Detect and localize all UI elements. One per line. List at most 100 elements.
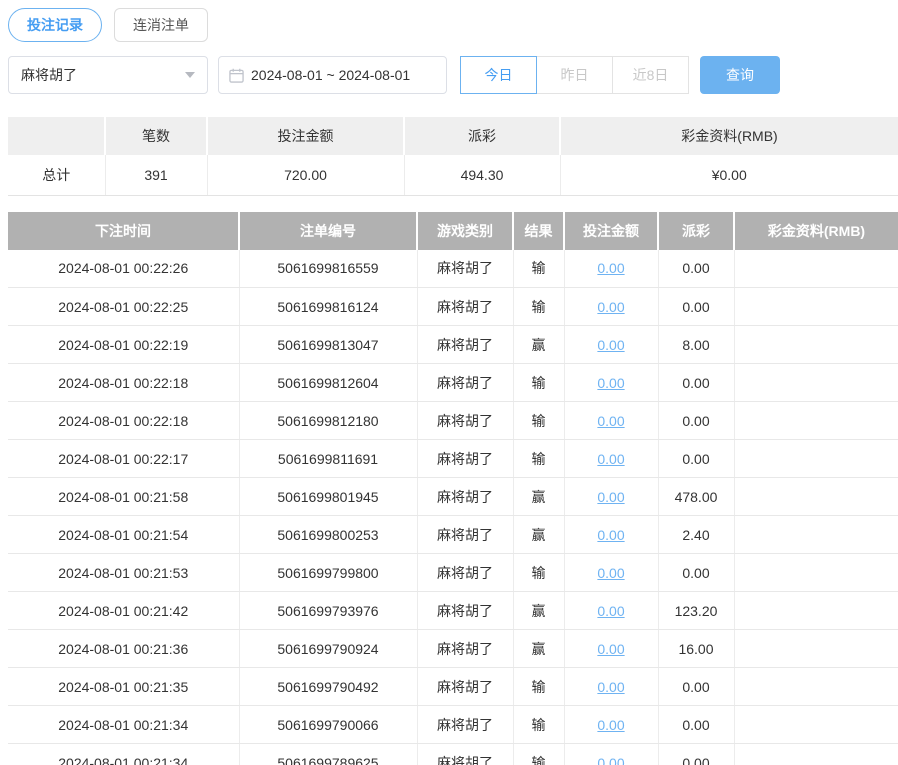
bet-amount-link[interactable]: 0.00 (597, 299, 624, 315)
cell-bet-time: 2024-08-01 00:22:18 (8, 364, 239, 402)
cell-bet-amount: 0.00 (564, 402, 658, 440)
cell-bet-time: 2024-08-01 00:21:42 (8, 592, 239, 630)
bet-amount-link[interactable]: 0.00 (597, 451, 624, 467)
table-row: 2024-08-01 00:22:26 5061699816559 麻将胡了 输… (8, 250, 898, 288)
cell-bet-amount: 0.00 (564, 478, 658, 516)
summary-total-row: 总计 391 720.00 494.30 ¥0.00 (8, 155, 898, 195)
cell-order-no: 5061699801945 (239, 478, 417, 516)
cell-result: 输 (513, 668, 564, 706)
cell-result: 输 (513, 744, 564, 765)
bet-amount-link[interactable]: 0.00 (597, 337, 624, 353)
cell-order-no: 5061699816559 (239, 250, 417, 288)
cell-game-type: 麻将胡了 (417, 630, 513, 668)
cell-bonus (734, 288, 898, 326)
cell-game-type: 麻将胡了 (417, 326, 513, 364)
date-range-value: 2024-08-01 ~ 2024-08-01 (251, 67, 410, 83)
cell-bet-amount: 0.00 (564, 440, 658, 478)
header-payout: 派彩 (658, 212, 734, 250)
cell-bet-time: 2024-08-01 00:22:19 (8, 326, 239, 364)
cell-game-type: 麻将胡了 (417, 668, 513, 706)
cell-result: 输 (513, 706, 564, 744)
cell-game-type: 麻将胡了 (417, 440, 513, 478)
cell-bet-amount: 0.00 (564, 516, 658, 554)
bet-amount-link[interactable]: 0.00 (597, 489, 624, 505)
cell-bet-time: 2024-08-01 00:21:36 (8, 630, 239, 668)
summary-header-bonus: 彩金资料(RMB) (560, 117, 898, 155)
cell-bonus (734, 402, 898, 440)
cell-result: 赢 (513, 592, 564, 630)
bet-amount-link[interactable]: 0.00 (597, 679, 624, 695)
cell-result: 赢 (513, 516, 564, 554)
cell-result: 输 (513, 288, 564, 326)
cell-result: 赢 (513, 630, 564, 668)
table-row: 2024-08-01 00:21:54 5061699800253 麻将胡了 赢… (8, 516, 898, 554)
cell-order-no: 5061699789625 (239, 744, 417, 765)
cell-bet-time: 2024-08-01 00:22:17 (8, 440, 239, 478)
bet-amount-link[interactable]: 0.00 (597, 375, 624, 391)
cell-bet-amount: 0.00 (564, 630, 658, 668)
cell-bet-time: 2024-08-01 00:22:18 (8, 402, 239, 440)
today-button[interactable]: 今日 (460, 56, 537, 94)
cell-bet-amount: 0.00 (564, 554, 658, 592)
cell-bonus (734, 744, 898, 765)
yesterday-button[interactable]: 昨日 (536, 56, 613, 94)
bet-amount-link[interactable]: 0.00 (597, 717, 624, 733)
cell-bonus (734, 478, 898, 516)
cell-bet-amount: 0.00 (564, 706, 658, 744)
bet-amount-link[interactable]: 0.00 (597, 527, 624, 543)
cell-bet-time: 2024-08-01 00:22:26 (8, 250, 239, 288)
table-row: 2024-08-01 00:22:18 5061699812604 麻将胡了 输… (8, 364, 898, 402)
game-type-select[interactable]: 麻将胡了 (8, 56, 208, 94)
bet-amount-link[interactable]: 0.00 (597, 565, 624, 581)
cell-bonus (734, 592, 898, 630)
cell-payout: 0.00 (658, 402, 734, 440)
cell-order-no: 5061699790924 (239, 630, 417, 668)
bet-amount-link[interactable]: 0.00 (597, 260, 624, 276)
cell-game-type: 麻将胡了 (417, 706, 513, 744)
cell-bet-time: 2024-08-01 00:21:54 (8, 516, 239, 554)
cell-game-type: 麻将胡了 (417, 364, 513, 402)
cell-game-type: 麻将胡了 (417, 478, 513, 516)
cell-order-no: 5061699790492 (239, 668, 417, 706)
cell-game-type: 麻将胡了 (417, 592, 513, 630)
quick-range-group: 今日 昨日 近8日 (460, 56, 689, 94)
summary-header-count: 笔数 (105, 117, 207, 155)
cell-bet-amount: 0.00 (564, 364, 658, 402)
cell-payout: 0.00 (658, 288, 734, 326)
cell-payout: 16.00 (658, 630, 734, 668)
table-row: 2024-08-01 00:21:34 5061699790066 麻将胡了 输… (8, 706, 898, 744)
table-row: 2024-08-01 00:22:18 5061699812180 麻将胡了 输… (8, 402, 898, 440)
date-range-picker[interactable]: 2024-08-01 ~ 2024-08-01 (218, 56, 447, 94)
bet-amount-link[interactable]: 0.00 (597, 755, 624, 765)
cell-order-no: 5061699793976 (239, 592, 417, 630)
cell-payout: 123.20 (658, 592, 734, 630)
summary-payout-value: 494.30 (404, 155, 560, 195)
summary-total-label: 总计 (8, 155, 105, 195)
cell-order-no: 5061699811691 (239, 440, 417, 478)
search-button[interactable]: 查询 (700, 56, 780, 94)
cell-bonus (734, 668, 898, 706)
table-row: 2024-08-01 00:21:35 5061699790492 麻将胡了 输… (8, 668, 898, 706)
bet-table-body: 2024-08-01 00:22:26 5061699816559 麻将胡了 输… (8, 250, 898, 765)
cell-bet-amount: 0.00 (564, 744, 658, 765)
bet-amount-link[interactable]: 0.00 (597, 413, 624, 429)
cell-result: 输 (513, 402, 564, 440)
cell-bonus (734, 250, 898, 288)
summary-bonus-value: ¥0.00 (560, 155, 898, 195)
cell-game-type: 麻将胡了 (417, 250, 513, 288)
cell-bonus (734, 630, 898, 668)
tab-cancelled-orders[interactable]: 连消注单 (114, 8, 208, 42)
header-bet-amount: 投注金额 (564, 212, 658, 250)
last8days-button[interactable]: 近8日 (612, 56, 689, 94)
summary-header-payout: 派彩 (404, 117, 560, 155)
chevron-down-icon (185, 72, 195, 78)
bet-amount-link[interactable]: 0.00 (597, 603, 624, 619)
cell-payout: 0.00 (658, 668, 734, 706)
cell-game-type: 麻将胡了 (417, 554, 513, 592)
tab-cancelled-orders-label: 连消注单 (133, 15, 189, 35)
cell-payout: 478.00 (658, 478, 734, 516)
bet-amount-link[interactable]: 0.00 (597, 641, 624, 657)
tab-bet-records[interactable]: 投注记录 (8, 8, 102, 42)
cell-payout: 8.00 (658, 326, 734, 364)
cell-bet-amount: 0.00 (564, 250, 658, 288)
